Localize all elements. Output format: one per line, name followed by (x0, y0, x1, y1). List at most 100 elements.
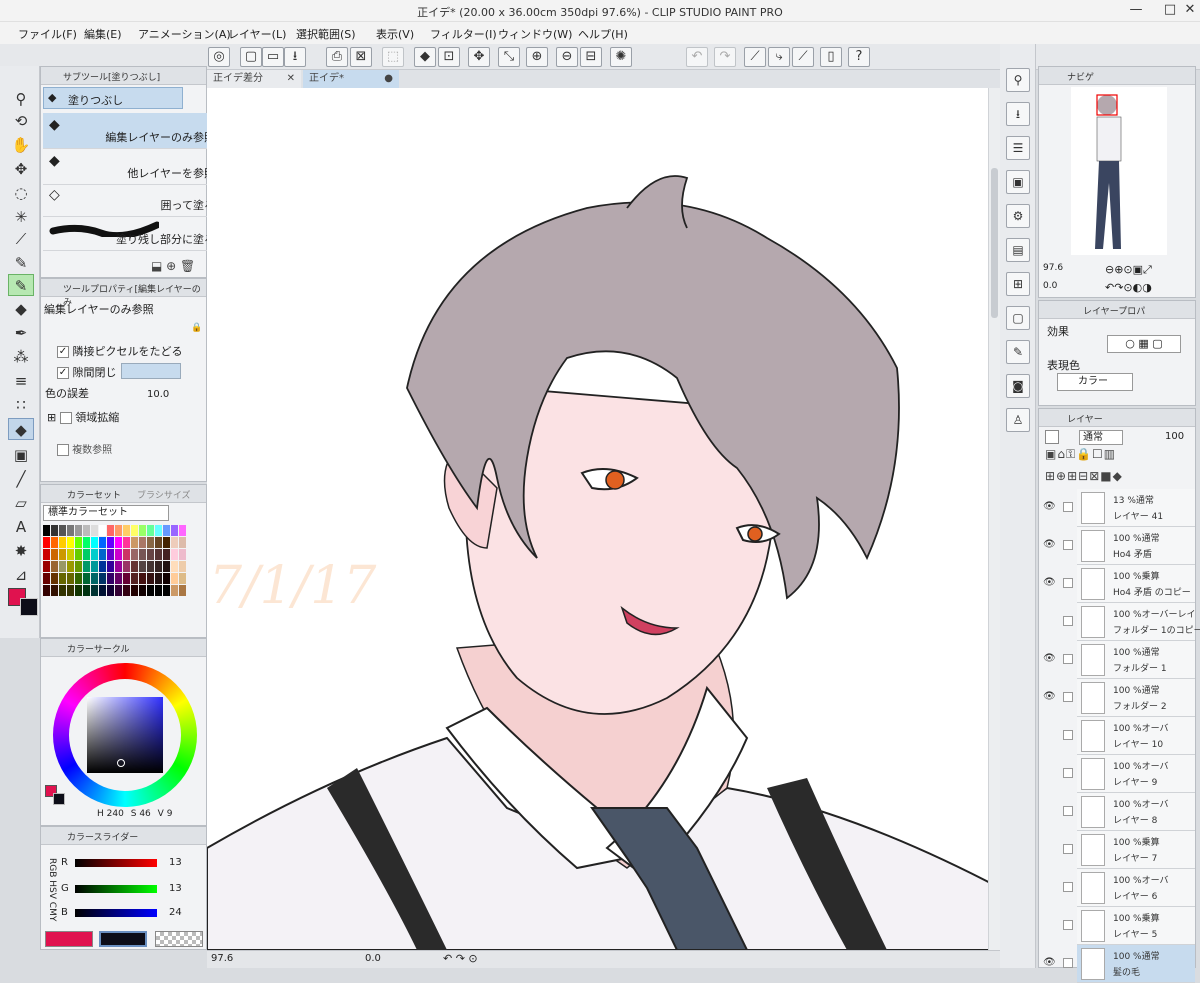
save-icon[interactable]: ⭳ (284, 47, 306, 67)
color-swatch[interactable] (123, 549, 130, 560)
g-value[interactable]: 13 (169, 883, 182, 894)
move-icon[interactable]: ✥ (468, 47, 490, 67)
frame-tool-icon[interactable]: ▱ (8, 492, 34, 514)
menu-layer[interactable]: レイヤー(L) (228, 26, 286, 42)
airbrush-tool-icon[interactable]: ∷ (8, 394, 34, 416)
document-icon[interactable]: ▤ (1006, 238, 1030, 262)
color-margin-value[interactable]: 10.0 (147, 389, 169, 400)
color-swatch[interactable] (123, 561, 130, 572)
color-swatch[interactable] (51, 573, 58, 584)
download-icon[interactable]: ⭳ (1006, 102, 1030, 126)
mode-tabs[interactable]: RGB HSV CMY (45, 855, 57, 925)
color-swatch[interactable] (163, 549, 170, 560)
layer-select-checkbox[interactable] (1063, 578, 1073, 588)
layer-select-checkbox[interactable] (1063, 540, 1073, 550)
color-swatch[interactable] (99, 561, 106, 572)
layer-row[interactable]: 13 %通常 レイヤー 41 (1077, 489, 1195, 527)
close-gap-option[interactable]: ✓ 隙間閉じ (57, 364, 117, 380)
color-swatch[interactable] (179, 573, 186, 584)
color-mode-select[interactable]: カラー (1057, 373, 1133, 391)
color-swatch[interactable] (91, 549, 98, 560)
transparent-chip[interactable] (155, 931, 203, 947)
color-swatch[interactable] (123, 585, 130, 596)
text-tool-icon[interactable]: A (8, 516, 34, 538)
color-swatch[interactable] (59, 573, 66, 584)
color-swatch[interactable] (83, 525, 90, 536)
layer-row[interactable]: 100 %オーバ レイヤー 6 (1077, 869, 1195, 907)
color-swatch[interactable] (139, 585, 146, 596)
scroll-thumb[interactable] (991, 168, 998, 318)
balloon-tool-icon[interactable]: ✸ (8, 540, 34, 562)
subtool-item-leftover[interactable]: 塗り残し部分に塗る (43, 217, 223, 251)
fit-icon[interactable]: ⤡ (498, 47, 520, 67)
checkbox[interactable] (59, 412, 72, 424)
color-swatch[interactable] (147, 537, 154, 548)
layer-visibility-icon[interactable]: 👁 (1043, 501, 1056, 512)
layer-select-checkbox[interactable] (1063, 958, 1073, 968)
layer-row[interactable]: 100 %乗算 Ho4 矛盾 のコピー (1077, 565, 1195, 603)
color-swatch[interactable] (59, 585, 66, 596)
gear-icon[interactable]: ⚙ (1006, 204, 1030, 228)
tab-diff[interactable]: 正イデ差分 ✕ (207, 70, 301, 88)
color-swatch[interactable] (75, 537, 82, 548)
adjacent-option[interactable]: ✓ 隣接ピクセルをたどる (57, 343, 183, 359)
layer-row[interactable]: 100 %通常 Ho4 矛盾 (1077, 527, 1195, 565)
color-swatch[interactable] (75, 585, 82, 596)
color-swatch[interactable] (155, 537, 162, 548)
color-swatch[interactable] (147, 561, 154, 572)
color-swatch[interactable] (131, 549, 138, 560)
color-swatch[interactable] (67, 525, 74, 536)
color-swatch[interactable] (107, 573, 114, 584)
layer-visibility-icon[interactable]: 👁 (1043, 957, 1056, 968)
layer-row[interactable]: 100 %オーバ レイヤー 10 (1077, 717, 1195, 755)
layer-row[interactable]: 100 %通常 フォルダー 1 (1077, 641, 1195, 679)
material-icon[interactable]: ▣ (1006, 170, 1030, 194)
color-swatch[interactable] (107, 561, 114, 572)
eraser-tool-icon[interactable]: ◆ (8, 298, 34, 320)
rotate-controls[interactable]: ↶ ↷ ⊙ (443, 952, 478, 965)
main-color-chip[interactable] (45, 931, 93, 947)
layer-row[interactable]: 100 %オーバ レイヤー 9 (1077, 755, 1195, 793)
color-swatch[interactable] (163, 525, 170, 536)
color-swatch[interactable] (115, 573, 122, 584)
color-swatch[interactable] (171, 573, 178, 584)
selection-icon[interactable]: ⬚ (382, 47, 404, 67)
ruler-tool-icon[interactable]: ⊿ (8, 564, 34, 586)
color-swatch[interactable] (75, 561, 82, 572)
layer-visibility-icon[interactable]: 👁 (1043, 577, 1056, 588)
minimize-button[interactable]: — (1126, 2, 1146, 17)
color-swatch[interactable] (155, 561, 162, 572)
color-swatch[interactable] (115, 585, 122, 596)
color-swatch[interactable] (83, 573, 90, 584)
menu-filter[interactable]: フィルター(I) (430, 26, 497, 42)
layer-row[interactable]: 100 %乗算 レイヤー 7 (1077, 831, 1195, 869)
color-swatch[interactable] (51, 549, 58, 560)
zoom-out-icon[interactable]: ⊖ (556, 47, 578, 67)
color-swatch[interactable] (147, 525, 154, 536)
color-swatch[interactable] (147, 573, 154, 584)
color-swatch[interactable] (131, 537, 138, 548)
color-swatch[interactable] (43, 537, 50, 548)
color-swatch[interactable] (99, 537, 106, 548)
maximize-button[interactable]: □ (1160, 2, 1180, 17)
redo-icon[interactable]: ↷ (714, 47, 736, 67)
fit-window-icon[interactable]: ⊟ (580, 47, 602, 67)
help-icon[interactable]: ? (848, 47, 870, 67)
list-icon[interactable]: ☰ (1006, 136, 1030, 160)
search-icon[interactable]: ⚲ (1006, 68, 1030, 92)
color-swatch[interactable] (179, 585, 186, 596)
r-value[interactable]: 13 (169, 857, 182, 868)
pen-tool-icon[interactable]: ✎ (8, 252, 34, 274)
color-swatch[interactable] (67, 537, 74, 548)
pencil-tool-icon[interactable]: ✎ (8, 274, 34, 296)
color-swatch[interactable] (59, 537, 66, 548)
color-swatch[interactable] (99, 573, 106, 584)
color-swatch[interactable] (91, 561, 98, 572)
area-scaling-option[interactable]: ⊞ 領域拡縮 (47, 409, 119, 425)
layer-row[interactable]: 100 %オーバーレイ フォルダー 1のコピー (1077, 603, 1200, 641)
layer-action-tools[interactable]: ⊞⊕⊞⊟⊠■◆ (1045, 469, 1123, 483)
color-swatch[interactable] (59, 525, 66, 536)
color-swatch[interactable] (155, 549, 162, 560)
navigator-tab[interactable]: ナビゲ (1067, 70, 1094, 83)
color-swatch[interactable] (51, 561, 58, 572)
